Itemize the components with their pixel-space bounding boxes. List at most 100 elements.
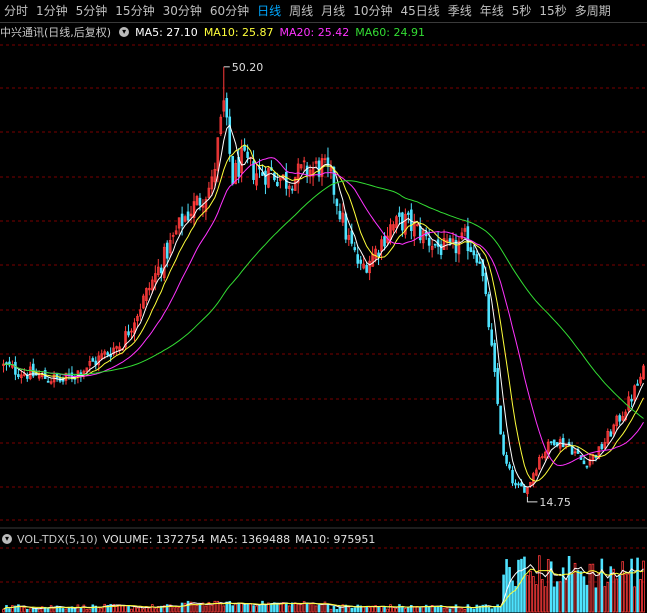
volume-bar xyxy=(49,605,53,613)
volume-bar xyxy=(451,607,455,613)
volume-bar xyxy=(612,568,616,613)
candle-body xyxy=(344,213,348,240)
candle-body xyxy=(305,165,309,177)
volume-bar xyxy=(538,555,541,613)
volume-bar xyxy=(219,602,223,613)
candle-body xyxy=(264,170,267,185)
volume-bar xyxy=(433,606,437,613)
candle-body xyxy=(317,160,321,177)
volume-bar xyxy=(350,607,354,613)
volume-bar xyxy=(627,573,630,613)
volume-bar xyxy=(26,608,29,613)
volume-bar xyxy=(279,603,282,613)
volume-bar xyxy=(174,606,178,613)
volume-bar xyxy=(23,606,26,613)
candle-body xyxy=(290,188,294,191)
candle-body xyxy=(427,238,431,246)
candle-body xyxy=(508,464,511,469)
volume-bar xyxy=(222,605,226,613)
candle-body xyxy=(165,242,169,259)
volume-bar xyxy=(523,556,526,613)
volume-bar xyxy=(395,607,398,613)
volume-bar xyxy=(88,608,92,613)
candle-body xyxy=(231,155,234,185)
volume-bar xyxy=(82,604,86,613)
candle-body xyxy=(514,482,517,486)
candle-body xyxy=(359,259,363,264)
volume-bar xyxy=(493,606,496,613)
candle-body xyxy=(106,352,109,356)
candle-body xyxy=(338,210,342,220)
candle-body xyxy=(502,434,505,455)
volume-bar xyxy=(576,570,580,613)
volume-bar xyxy=(541,579,544,613)
volume-bar xyxy=(508,567,511,613)
volume-bar xyxy=(570,573,574,613)
volume-bar xyxy=(380,606,383,613)
volume-bar xyxy=(231,605,234,613)
volume-bar xyxy=(195,604,199,613)
low-marker-line xyxy=(526,496,538,503)
volume-bar xyxy=(407,607,410,613)
volume-bar xyxy=(558,581,562,613)
volume-bar xyxy=(353,607,357,613)
volume-bar xyxy=(326,603,330,613)
candle-body xyxy=(326,157,330,167)
volume-bar xyxy=(258,604,261,613)
volume-bar xyxy=(594,587,598,613)
volume-bar xyxy=(591,563,595,613)
volume-bar xyxy=(618,575,621,613)
volume-bar xyxy=(445,607,449,613)
volume-bar xyxy=(64,608,68,613)
volume-bar xyxy=(505,559,508,613)
volume-bar xyxy=(28,608,32,613)
volume-bar xyxy=(296,603,300,613)
volume-bar xyxy=(171,607,175,613)
volume-bar xyxy=(490,608,493,613)
candle-body xyxy=(549,441,553,444)
volume-bar xyxy=(252,605,255,613)
volume-bar xyxy=(463,609,467,613)
volume-bar xyxy=(573,562,577,613)
candle-body xyxy=(433,243,437,246)
price-chart[interactable]: 50.20 14.75 xyxy=(0,0,647,613)
volume-bar xyxy=(532,576,535,613)
candle-body xyxy=(490,329,493,346)
volume-bar xyxy=(413,606,416,613)
volume-bar xyxy=(142,608,145,613)
volume-bar xyxy=(615,578,619,613)
volume-bar xyxy=(183,602,187,613)
volume-bar xyxy=(73,608,77,613)
volume-bar xyxy=(421,606,425,613)
volume-bar xyxy=(5,605,8,613)
candle-body xyxy=(469,247,473,253)
volume-info-bar: ▾ VOL-TDX(5,10) VOLUME: 1372754 MA5: 136… xyxy=(0,531,647,547)
volume-bar xyxy=(127,605,130,613)
volume-bar xyxy=(401,606,404,613)
volume-bar xyxy=(177,607,181,613)
volume-bar xyxy=(249,603,252,613)
volume-bar xyxy=(121,605,124,613)
volume-bar xyxy=(520,558,523,613)
volume-bar xyxy=(386,608,389,613)
volume-bar xyxy=(335,608,339,613)
volume-bar xyxy=(564,579,568,613)
volume-bar xyxy=(124,605,127,613)
volume-bar xyxy=(133,606,136,613)
candle-body xyxy=(180,213,184,227)
volume-bar xyxy=(305,602,309,613)
candle-body xyxy=(552,439,556,446)
candle-body xyxy=(335,199,339,207)
candle-body xyxy=(511,469,514,484)
volume-bar xyxy=(31,608,35,613)
candle-body xyxy=(472,250,476,256)
volume-bar xyxy=(317,604,321,613)
candle-body xyxy=(523,485,526,493)
volume-bar xyxy=(442,607,446,613)
volume-bar xyxy=(100,607,104,613)
volume-bar xyxy=(633,586,636,613)
candle-body xyxy=(496,368,499,404)
volume-bar xyxy=(606,582,610,613)
volume-bar xyxy=(52,607,56,613)
settings-circle-icon[interactable]: ▾ xyxy=(2,534,12,544)
